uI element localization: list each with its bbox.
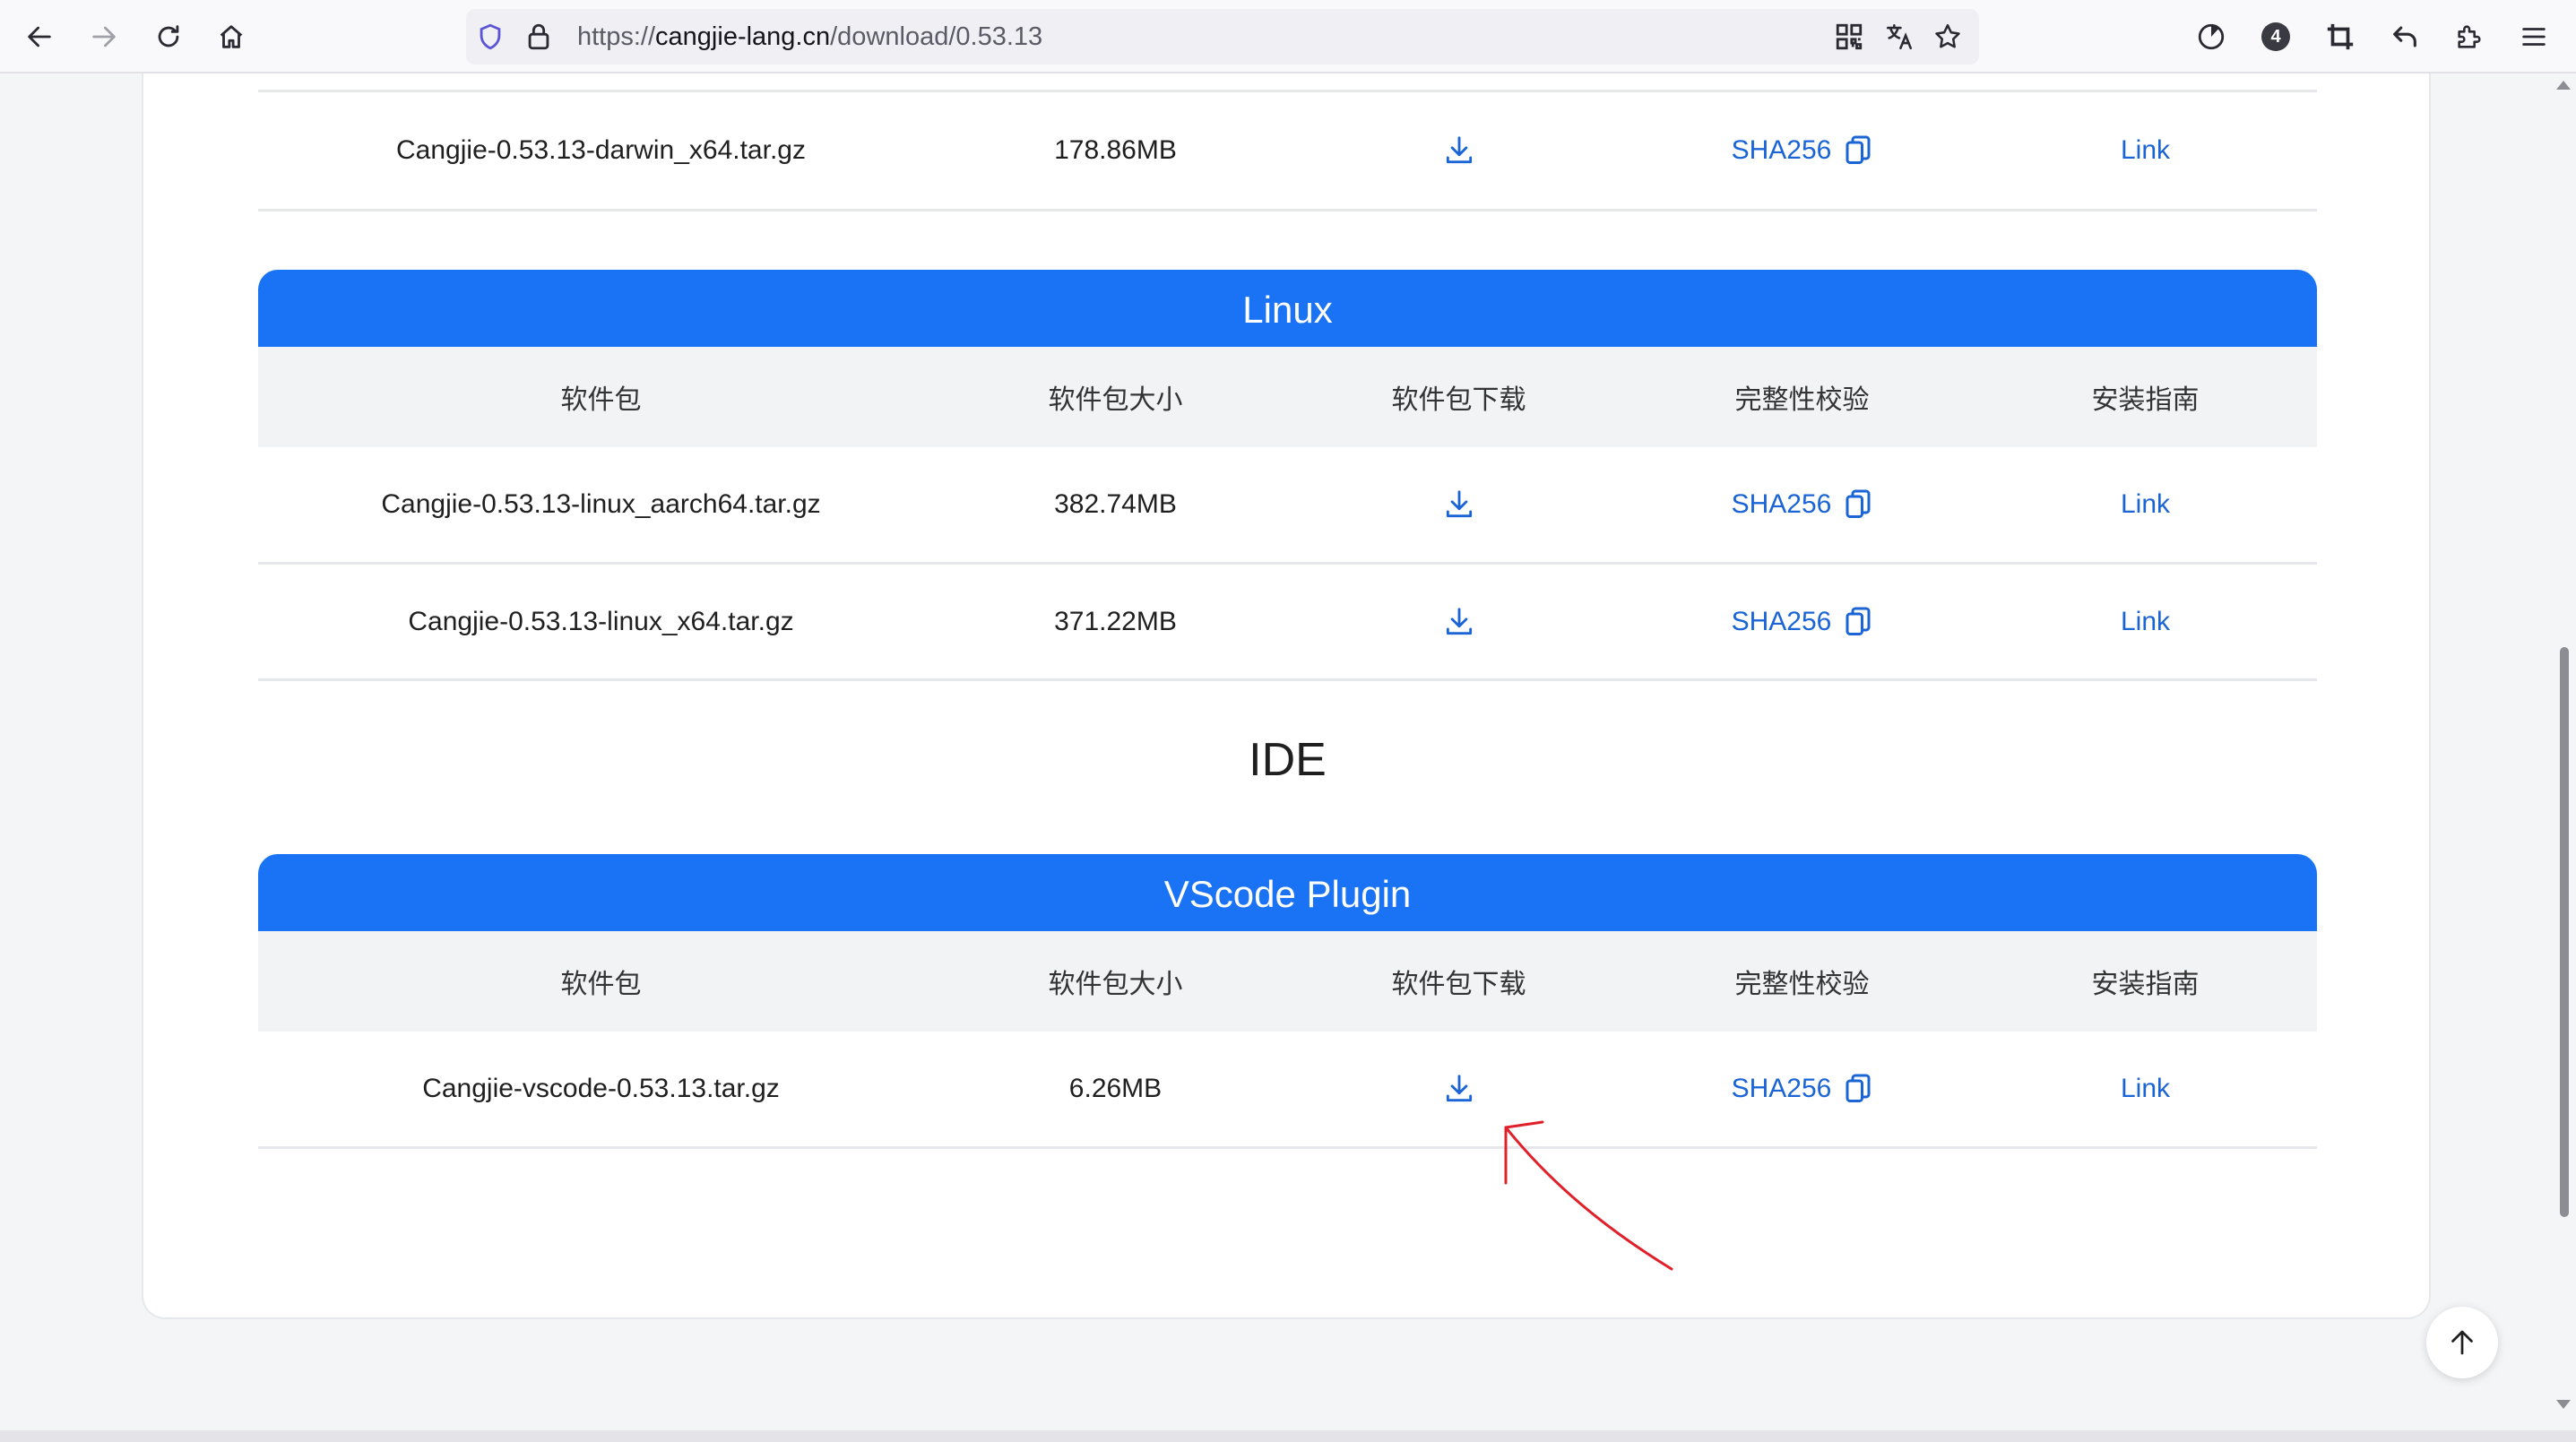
package-size: 6.26MB: [1068, 1074, 1163, 1103]
install-guide-link[interactable]: Link: [1974, 447, 2317, 562]
extension-badge[interactable]: 4: [2261, 22, 2290, 51]
timer-extension-button[interactable]: [2190, 15, 2233, 58]
url-text[interactable]: https://cangjie-lang.cn/download/0.53.13: [577, 9, 1042, 65]
scroll-down-arrow-icon[interactable]: [2554, 1398, 2572, 1411]
package-size: 382.74MB: [1054, 489, 1177, 519]
download-icon: [1446, 136, 1472, 164]
sha256-label: SHA256: [1731, 135, 1832, 165]
home-icon: [220, 25, 243, 48]
copy-icon: [1846, 135, 1871, 164]
back-button[interactable]: [18, 15, 61, 58]
download-icon: [1446, 607, 1472, 635]
table-header: 软件包 软件包大小 软件包下载 完整性校验 安装指南: [258, 347, 2317, 447]
section-title-ide: IDE: [1249, 734, 1327, 786]
sha256-copy-button[interactable]: SHA256: [1732, 134, 1873, 167]
sha256-copy-button[interactable]: SHA256: [1732, 488, 1873, 521]
scrollbar-thumb[interactable]: [2560, 647, 2569, 1217]
download-button[interactable]: [1287, 565, 1630, 678]
address-bar[interactable]: https://cangjie-lang.cn/download/0.53.13: [466, 9, 1979, 65]
package-name: Cangjie-vscode-0.53.13.tar.gz: [422, 1074, 780, 1103]
checksum-cell: SHA256: [1630, 447, 1974, 562]
install-guide-link[interactable]: Link: [1974, 92, 2317, 209]
column-header-package: 软件包: [560, 385, 642, 415]
url-scheme: https://: [577, 22, 656, 51]
column-header-checksum: 完整性校验: [1734, 970, 1870, 999]
column-header-guide: 安装指南: [2091, 385, 2200, 415]
crop-icon: [2327, 23, 2354, 50]
url-host: cangjie-lang.cn: [655, 22, 831, 51]
scroll-up-arrow-icon[interactable]: [2554, 79, 2572, 91]
arrow-up-icon: [2451, 1330, 2473, 1355]
reload-button[interactable]: [147, 15, 190, 58]
download-button[interactable]: [1287, 92, 1630, 209]
table-row: Cangjie-vscode-0.53.13.tar.gz 6.26MB SHA…: [258, 1032, 2317, 1149]
bookmark-star-icon[interactable]: [1932, 22, 1963, 52]
column-header-download: 软件包下载: [1391, 385, 1526, 415]
table-row: Cangjie-0.53.13-linux_x64.tar.gz 371.22M…: [258, 565, 2317, 681]
forward-button[interactable]: [82, 15, 125, 58]
package-size: 371.22MB: [1054, 606, 1177, 636]
checksum-cell: SHA256: [1630, 565, 1974, 678]
undo-arrow-icon: [2393, 26, 2416, 47]
browser-toolbar: https://cangjie-lang.cn/download/0.53.13…: [0, 0, 2576, 73]
home-button[interactable]: [210, 15, 253, 58]
crop-extension-button[interactable]: [2319, 15, 2362, 58]
column-header-package: 软件包: [560, 970, 642, 999]
app-menu-button[interactable]: [2512, 15, 2555, 58]
hamburger-menu-icon: [2522, 28, 2546, 46]
install-guide-link[interactable]: Link: [1974, 565, 2317, 678]
column-header-size: 软件包大小: [1048, 385, 1183, 415]
window-bottom-edge: [0, 1430, 2576, 1442]
column-header-download: 软件包下载: [1391, 970, 1526, 999]
table-row: Cangjie-0.53.13-linux_aarch64.tar.gz 382…: [258, 447, 2317, 565]
translate-icon[interactable]: [1884, 22, 1915, 52]
extensions-button[interactable]: [2448, 15, 2491, 58]
shield-icon[interactable]: [475, 22, 506, 52]
download-icon: [1446, 490, 1472, 518]
column-header-checksum: 完整性校验: [1734, 385, 1870, 415]
package-name: Cangjie-0.53.13-linux_aarch64.tar.gz: [381, 489, 821, 519]
sha256-label: SHA256: [1731, 489, 1832, 519]
copy-icon: [1846, 1074, 1871, 1102]
column-header-size: 软件包大小: [1048, 970, 1183, 999]
arrow-right-icon: [92, 26, 116, 47]
column-header-guide: 安装指南: [2091, 970, 2200, 999]
download-icon: [1446, 1075, 1472, 1102]
checksum-cell: SHA256: [1630, 92, 1974, 209]
sha256-copy-button[interactable]: SHA256: [1732, 606, 1873, 638]
copy-icon: [1846, 607, 1871, 635]
copy-icon: [1846, 489, 1871, 518]
sha256-label: SHA256: [1731, 606, 1832, 636]
reload-icon: [158, 25, 179, 47]
package-name: Cangjie-0.53.13-darwin_x64.tar.gz: [396, 135, 806, 165]
url-path: /download/0.53.13: [830, 22, 1043, 51]
undo-extension-button[interactable]: [2383, 15, 2426, 58]
lock-icon[interactable]: [523, 22, 554, 52]
download-button[interactable]: [1287, 1032, 1630, 1146]
install-guide-link[interactable]: Link: [1974, 1032, 2317, 1146]
sha256-label: SHA256: [1731, 1074, 1832, 1103]
table-header: 软件包 软件包大小 软件包下载 完整性校验 安装指南: [258, 931, 2317, 1032]
sha256-copy-button[interactable]: SHA256: [1732, 1073, 1873, 1105]
puzzle-icon: [2458, 25, 2481, 48]
section-header-linux: Linux: [258, 270, 2317, 347]
qr-code-icon[interactable]: [1834, 22, 1864, 52]
package-name: Cangjie-0.53.13-linux_x64.tar.gz: [408, 606, 794, 636]
timer-icon: [2198, 23, 2225, 50]
back-to-top-button[interactable]: [2426, 1307, 2498, 1378]
arrow-left-icon: [28, 26, 51, 47]
package-size: 178.86MB: [1054, 135, 1177, 165]
checksum-cell: SHA256: [1630, 1032, 1974, 1146]
table-row: Cangjie-0.53.13-darwin_x64.tar.gz 178.86…: [258, 92, 2317, 212]
download-button[interactable]: [1287, 447, 1630, 562]
section-header-vscode-plugin: VScode Plugin: [258, 854, 2317, 931]
